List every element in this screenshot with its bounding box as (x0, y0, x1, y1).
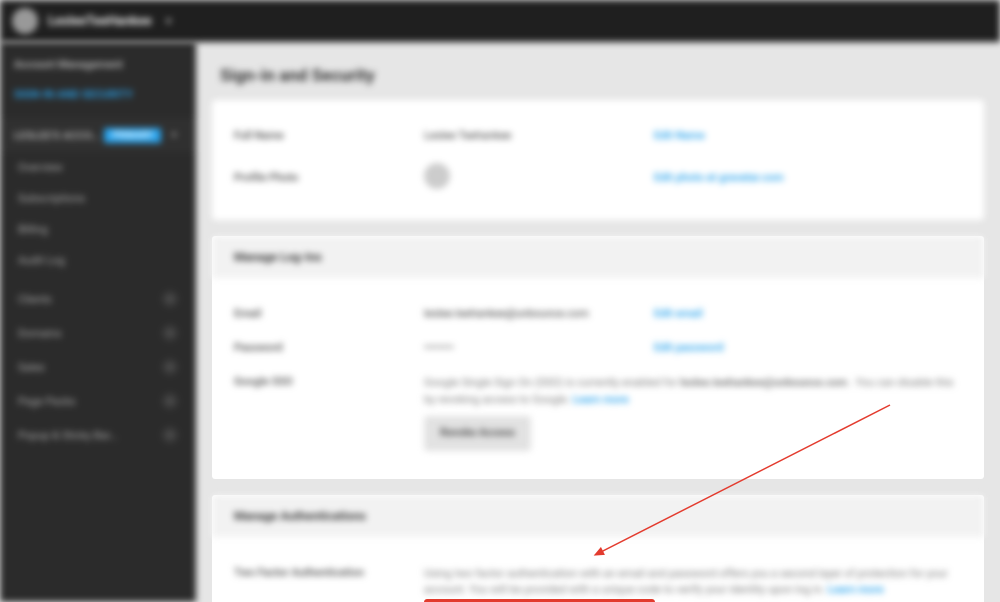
sidebar-item-overview[interactable]: Overview (0, 152, 196, 183)
expand-icon: › (162, 427, 178, 443)
sidebar-item-label: Clients (18, 293, 52, 306)
password-label: Password (234, 341, 414, 354)
logins-card: Manage Log-Ins Email leslee.teehankee@un… (212, 236, 984, 479)
sidebar-item-signin-security[interactable]: SIGN-IN AND SECURITY (0, 79, 196, 110)
edit-photo-link[interactable]: Edit photo at gravatar.com (654, 171, 962, 184)
edit-name-link[interactable]: Edit Name (654, 129, 962, 142)
sidebar-item-label: Audit Log (18, 254, 65, 267)
sso-learn-more-link[interactable]: Learn more (572, 393, 628, 406)
page-title: Sign-in and Security (212, 56, 984, 100)
full-name-row: Full Name Leslee Teehankee Edit Name (234, 118, 962, 152)
sidebar-item-billing[interactable]: Billing (0, 214, 196, 245)
profile-photo-label: Profile Photo (234, 171, 414, 184)
email-label: Email (234, 307, 414, 320)
sidebar-item-label: Subscriptions (18, 192, 85, 205)
sidebar-section-title: Account Management (0, 50, 196, 79)
email-row: Email leslee.teehankee@unbounce.com Edit… (234, 296, 962, 330)
sso-label: Google SSO (234, 375, 414, 388)
sidebar-item-label: Billing (18, 223, 48, 236)
tfa-description: Using two factor authentication with an … (424, 566, 962, 602)
avatar[interactable] (12, 8, 38, 34)
full-name-value: Leslee Teehankee (424, 129, 644, 142)
auth-card: Manage Authentications Two Factor Authen… (212, 495, 984, 602)
full-name-label: Full Name (234, 129, 414, 142)
tfa-row: Two Factor Authentication Using two fact… (234, 555, 962, 602)
sso-email: leslee.teehankee@unbounce.com (680, 376, 847, 389)
sso-text-a: Google Single Sign On (SSO) is currently… (424, 376, 680, 389)
profile-photo-row: Profile Photo Edit photo at gravatar.com (234, 152, 962, 202)
expand-icon: › (162, 359, 178, 375)
expand-icon: › (162, 393, 178, 409)
sidebar: Account Management SIGN-IN AND SECURITY … (0, 42, 196, 602)
sso-row: Google SSO Google Single Sign On (SSO) i… (234, 364, 962, 461)
top-bar: LesleeTeeHankee ▾ (0, 0, 1000, 42)
sidebar-item-label: Page Packs (18, 395, 75, 408)
profile-card: Full Name Leslee Teehankee Edit Name Pro… (212, 100, 984, 220)
chevron-down-icon: ▾ (166, 127, 182, 143)
sidebar-item-label: Overview (18, 161, 63, 174)
edit-email-link[interactable]: Edit email (654, 307, 962, 320)
edit-password-link[interactable]: Edit password (654, 341, 962, 354)
tfa-learn-more-link[interactable]: Learn more (828, 583, 884, 596)
sidebar-item-popup-sticky[interactable]: Popup & Sticky Bar… › (0, 418, 196, 452)
password-row: Password •••••••• Edit password (234, 330, 962, 364)
sidebar-account-label: LESLEE'S ACCO… (14, 129, 99, 142)
revoke-access-button[interactable]: Revoke Access (424, 416, 531, 451)
email-value: leslee.teehankee@unbounce.com (424, 307, 644, 320)
main-content: Sign-in and Security Full Name Leslee Te… (196, 42, 1000, 602)
sidebar-primary-badge: PRIMARY (104, 128, 161, 143)
tfa-highlight: Set up Two Factor Authentication (424, 599, 655, 602)
sidebar-item-label: Sales (18, 361, 45, 374)
sso-description: Google Single Sign On (SSO) is currently… (424, 375, 962, 451)
avatar-icon (424, 163, 450, 189)
sidebar-item-label: Domains (18, 327, 62, 340)
auth-heading: Manage Authentications (212, 495, 984, 537)
password-value: •••••••• (424, 341, 644, 354)
chevron-down-icon[interactable]: ▾ (166, 14, 172, 28)
expand-icon: › (162, 325, 178, 341)
sidebar-item-audit-log[interactable]: Audit Log (0, 245, 196, 276)
sidebar-item-subscriptions[interactable]: Subscriptions (0, 183, 196, 214)
tfa-label: Two Factor Authentication (234, 566, 414, 579)
logins-heading: Manage Log-Ins (212, 236, 984, 278)
sidebar-account-header[interactable]: LESLEE'S ACCO… PRIMARY ▾ (0, 118, 196, 152)
sidebar-item-sales[interactable]: Sales › (0, 350, 196, 384)
sidebar-item-page-packs[interactable]: Page Packs › (0, 384, 196, 418)
user-name-label[interactable]: LesleeTeeHankee (48, 14, 152, 29)
expand-icon: › (162, 291, 178, 307)
sidebar-item-clients[interactable]: Clients › (0, 282, 196, 316)
sidebar-item-domains[interactable]: Domains › (0, 316, 196, 350)
sidebar-item-label: Popup & Sticky Bar… (18, 429, 117, 442)
